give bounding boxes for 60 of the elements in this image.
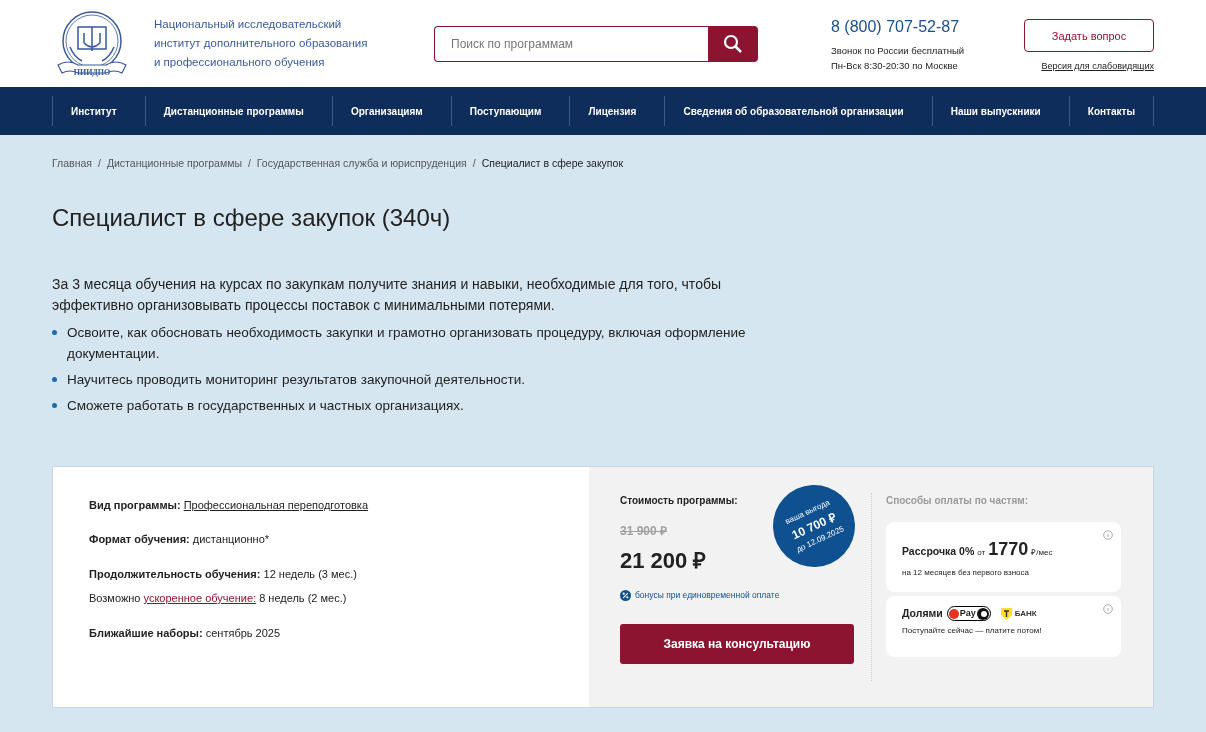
search-button[interactable] <box>708 25 758 62</box>
program-detail: Продолжительность обучения: 12 недель (3 мес.) <box>89 566 358 582</box>
nav-item[interactable]: Поступающим <box>450 96 560 126</box>
program-detail: Формат обучения: дистанционно* <box>89 532 271 548</box>
plan-amount: 1770 <box>988 537 1029 561</box>
info-icon[interactable] <box>1103 529 1113 540</box>
accessibility-link[interactable]: Версия для слабовидящих <box>1041 60 1154 74</box>
intro-paragraph: За 3 месяца обучения на курсах по закупкам получите знания и навыки, необходимые для того, чтобы эффективно организовывать процессы поставок с минимальными потерями. <box>52 274 722 315</box>
program-type-link[interactable]: Профессиональная переподготовка <box>183 498 368 511</box>
plan-note: Поступайте сейчас — платите потом! <box>902 624 1043 637</box>
pay-toggle-icon <box>976 607 989 620</box>
plan-unit: ₽/мес <box>1031 546 1053 559</box>
org-name-line: и профессионального обучения <box>154 55 326 70</box>
nav-item[interactable]: Дистанционные программы <box>144 96 322 126</box>
breadcrumb-link[interactable]: Государственная служба и юриспруденция <box>256 156 467 172</box>
breadcrumb-current[interactable]: Специалист в сфере закупок <box>481 156 623 172</box>
percent-icon <box>620 589 631 601</box>
search-field[interactable]: Поиск по программам <box>434 25 708 62</box>
nav-item[interactable]: Институт <box>53 96 135 126</box>
breadcrumb-link[interactable]: Дистанционные программы <box>106 156 242 172</box>
breadcrumb-link[interactable]: Главная <box>52 156 92 172</box>
nav-item[interactable]: Наши выпускники <box>931 96 1059 126</box>
program-detail: Вид программы: Профессиональная переподготовка <box>89 497 369 513</box>
consultation-button[interactable]: Заявка на консультацию <box>620 623 854 664</box>
breadcrumb-separator: / <box>247 156 251 171</box>
nav-item[interactable]: Организациям <box>331 96 441 126</box>
logo-caption: НИИДПО <box>72 66 112 79</box>
plan-name: Рассрочка 0% <box>902 543 975 559</box>
old-price: 31 900 ₽ <box>620 522 668 540</box>
installments-title: Способы оплаты по частям: <box>886 493 1028 508</box>
plan-from: от <box>977 546 986 559</box>
nav-item[interactable]: Сведения об образовательной организации <box>664 96 922 126</box>
ask-question-button[interactable]: Задать вопрос <box>1024 19 1154 53</box>
org-name-line: Национальный исследовательский <box>154 17 343 32</box>
bonus-text: бонусы при единовременной оплате <box>635 588 780 602</box>
benefit-text: Научитесь проводить мониторинг результатов закупочной деятельности. <box>67 370 525 389</box>
org-name-line: институт дополнительного образования <box>154 36 369 51</box>
nav-item[interactable]: Лицензия <box>569 96 655 126</box>
breadcrumb-separator: / <box>97 156 101 171</box>
accelerated-link[interactable]: ускоренное обучение: <box>143 592 257 605</box>
phone-note: Звонок по России бесплатный <box>831 43 965 58</box>
benefit-text: Освоите, как обосновать необходимость закупки и грамотно организовать процедуру, включая оформление документации. <box>67 323 747 363</box>
program-detail: Ближайшие наборы: сентябрь 2025 <box>89 625 282 641</box>
plan-note: на 12 месяцев без первого взноса <box>902 566 1030 579</box>
current-price: 21 200 ₽ <box>620 546 707 575</box>
info-icon[interactable] <box>1103 603 1113 614</box>
phone-link[interactable]: 8 (800) 707-52-87 <box>831 14 965 39</box>
breadcrumb-separator: / <box>472 156 476 171</box>
page-title: Специалист в сфере закупок (340ч) <box>52 202 452 233</box>
pay-mark-icon <box>948 608 959 619</box>
price-label: Стоимость программы: <box>620 493 738 508</box>
shield-icon <box>1000 607 1012 620</box>
nav-item[interactable]: Контакты <box>1068 96 1153 126</box>
phone-note: Пн-Вск 8:30-20:30 по Москве <box>831 58 959 73</box>
plan-name: Долями <box>902 605 943 621</box>
benefit-text: Сможете работать в государственных и частных организациях. <box>67 396 464 415</box>
search-icon <box>723 33 743 54</box>
pay-logo-text: Pay <box>959 606 976 620</box>
accelerated-note: Возможно ускоренное обучение: 8 недель (2 мес.) <box>89 591 348 607</box>
bank-logo-text: БАНК <box>1014 607 1037 620</box>
